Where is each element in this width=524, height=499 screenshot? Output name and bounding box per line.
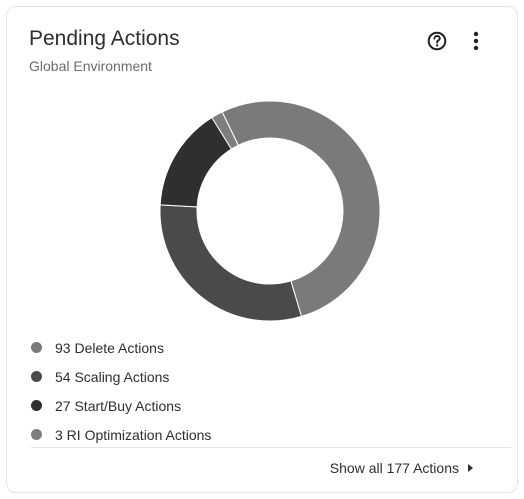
legend-item: 54 Scaling Actions bbox=[31, 362, 211, 391]
legend-item: 27 Start/Buy Actions bbox=[31, 391, 211, 420]
kebab-menu-icon[interactable] bbox=[469, 30, 483, 52]
question-circle-icon[interactable] bbox=[427, 31, 447, 51]
show-all-actions-link[interactable]: Show all 177 Actions bbox=[330, 460, 473, 476]
pending-actions-card: Pending Actions Global Environment 93 De… bbox=[6, 6, 518, 493]
footer-divider bbox=[31, 447, 511, 448]
donut-slice bbox=[159, 204, 303, 322]
card-subtitle: Global Environment bbox=[29, 58, 152, 74]
legend-label: 27 Start/Buy Actions bbox=[55, 397, 182, 414]
chart-legend: 93 Delete Actions 54 Scaling Actions 27 … bbox=[31, 333, 211, 449]
legend-item: 3 RI Optimization Actions bbox=[31, 420, 211, 449]
pending-actions-donut-chart bbox=[159, 100, 381, 322]
card-title: Pending Actions bbox=[29, 27, 180, 50]
legend-dot bbox=[31, 371, 42, 382]
show-all-actions-label: Show all 177 Actions bbox=[329, 460, 459, 476]
legend-item: 93 Delete Actions bbox=[31, 333, 211, 362]
legend-label: 54 Scaling Actions bbox=[55, 368, 170, 385]
legend-dot bbox=[31, 400, 42, 411]
legend-dot bbox=[31, 429, 42, 440]
legend-label: 3 RI Optimization Actions bbox=[55, 426, 212, 443]
legend-label: 93 Delete Actions bbox=[55, 339, 164, 356]
caret-right-icon bbox=[468, 464, 473, 472]
legend-dot bbox=[31, 342, 42, 353]
